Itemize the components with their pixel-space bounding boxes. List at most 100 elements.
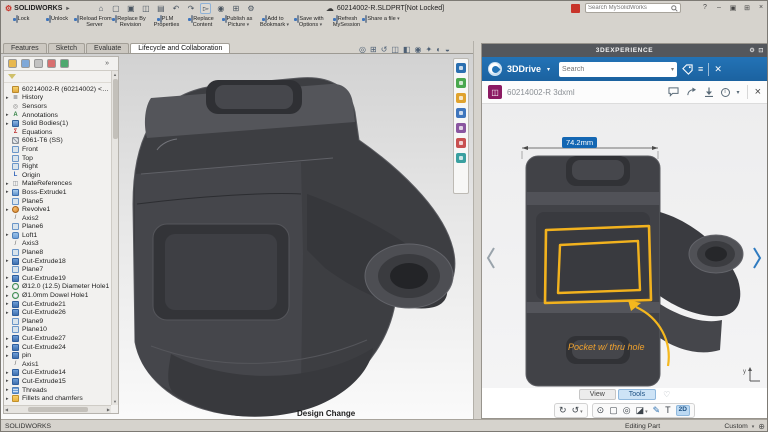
panel-splitter[interactable] bbox=[473, 41, 481, 419]
panel-tab[interactable]: Tools bbox=[617, 389, 657, 400]
markup-tool-button[interactable]: 2D bbox=[675, 405, 690, 416]
feature-tree-item[interactable]: Ø12.0 (12.5) Diameter Hole1 bbox=[4, 283, 111, 292]
feature-tree-item[interactable]: 6061-T6 (SS) bbox=[4, 137, 111, 146]
feature-tree-item[interactable]: Cut-Extrude21 bbox=[4, 300, 111, 309]
panel-pin-icon[interactable]: ⊡ bbox=[758, 47, 764, 54]
app-selector[interactable]: 3DDrive bbox=[507, 64, 541, 74]
feature-tree-item[interactable]: Equations bbox=[4, 128, 111, 137]
feature-tree-item[interactable]: Cut-Extrude26 bbox=[4, 308, 111, 317]
task-pane-tab-icon[interactable] bbox=[456, 153, 466, 163]
quick-access-button[interactable]: ⌂ bbox=[95, 3, 106, 14]
feature-tree-item[interactable]: Axis1 bbox=[4, 360, 111, 369]
feature-tree-item[interactable]: Loft1 bbox=[4, 231, 111, 240]
feature-tree-item[interactable]: Cut-Extrude15 bbox=[4, 377, 111, 386]
feature-tree-item[interactable]: Cut-Extrude18 bbox=[4, 257, 111, 266]
feature-tree-item[interactable]: Axis3 bbox=[4, 240, 111, 249]
mysolidworks-icon[interactable] bbox=[571, 3, 580, 13]
feature-manager-tab[interactable] bbox=[60, 59, 69, 68]
feature-tree-item[interactable]: Sensors bbox=[4, 102, 111, 111]
feature-manager-tab[interactable] bbox=[34, 59, 43, 68]
task-pane-tab-icon[interactable] bbox=[456, 123, 466, 133]
quick-access-button[interactable]: ▣ bbox=[125, 3, 136, 14]
markup-tool-button[interactable]: ⊙ bbox=[597, 406, 605, 415]
feature-tree-item[interactable]: History bbox=[4, 94, 111, 103]
markup-tool-button[interactable]: T bbox=[665, 406, 671, 415]
quick-access-button[interactable]: ▻ bbox=[200, 2, 212, 14]
command-button[interactable]: Add to Bookmark bbox=[257, 15, 292, 28]
headsup-icon[interactable]: ◫ bbox=[391, 45, 399, 54]
task-pane-tab-icon[interactable] bbox=[456, 78, 466, 88]
units-chevron-icon[interactable]: ▾ bbox=[752, 424, 755, 430]
view-tool-button[interactable]: ↺ bbox=[572, 406, 583, 415]
scroll-left-icon[interactable]: ◀ bbox=[5, 407, 8, 412]
feature-tree-item[interactable]: Cut-Extrude27 bbox=[4, 334, 111, 343]
dimension-badge[interactable]: 74.2mm bbox=[562, 137, 598, 148]
headsup-icon[interactable]: ↺ bbox=[381, 45, 388, 54]
quick-access-button[interactable]: ↶ bbox=[170, 3, 181, 14]
quick-access-button[interactable]: ▢ bbox=[110, 3, 121, 14]
feature-tree-item[interactable]: Annotations bbox=[4, 111, 111, 120]
view-tool-button[interactable]: ↻ bbox=[559, 406, 567, 415]
command-button[interactable]: Share a file bbox=[365, 15, 400, 23]
feature-tree-item[interactable]: Plane8 bbox=[4, 248, 111, 257]
command-button[interactable]: PLM Properties bbox=[149, 15, 184, 28]
preview-canvas[interactable]: 74.2mm Pocket w/ thru hole y bbox=[482, 104, 767, 388]
feature-tree-item[interactable]: Top bbox=[4, 154, 111, 163]
next-item-chevron[interactable] bbox=[752, 246, 762, 270]
feature-tree-item[interactable]: Right bbox=[4, 162, 111, 171]
window-control-button[interactable]: ? bbox=[700, 4, 710, 12]
command-button[interactable]: Replace Content bbox=[185, 15, 220, 28]
feature-tree-item[interactable]: Solid Bodies(1) bbox=[4, 119, 111, 128]
scroll-down-icon[interactable]: ▼ bbox=[112, 399, 118, 404]
feature-tree-item[interactable]: Cut-Extrude19 bbox=[4, 274, 111, 283]
feature-manager-tab[interactable] bbox=[8, 59, 17, 68]
tree-horizontal-scrollbar[interactable]: ◀ ▶ bbox=[4, 405, 111, 413]
quick-access-button[interactable]: ▤ bbox=[155, 3, 166, 14]
headsup-icon[interactable]: ◎ bbox=[359, 45, 366, 54]
window-control-button[interactable]: – bbox=[714, 4, 724, 12]
feature-tree-item[interactable]: Ø1.0mm Dowel Hole1 bbox=[4, 291, 111, 300]
previous-item-chevron[interactable] bbox=[486, 246, 496, 270]
panel-close-icon[interactable]: ✕ bbox=[714, 64, 722, 75]
feature-tree-item[interactable]: Plane5 bbox=[4, 197, 111, 206]
feature-tree-item[interactable]: Cut-Extrude14 bbox=[4, 369, 111, 378]
favorite-heart-icon[interactable]: ♡ bbox=[663, 390, 670, 399]
tree-vertical-scrollbar[interactable]: ▲ ▼ bbox=[111, 71, 118, 405]
info-icon[interactable]: i bbox=[720, 87, 730, 97]
scroll-right-icon[interactable]: ▶ bbox=[107, 407, 110, 412]
more-tabs-icon[interactable]: » bbox=[105, 60, 109, 67]
task-pane-tab-icon[interactable] bbox=[456, 63, 466, 73]
comment-icon[interactable] bbox=[668, 87, 679, 97]
quick-access-button[interactable]: ◉ bbox=[215, 3, 226, 14]
markup-tool-button[interactable]: ▢ bbox=[609, 406, 618, 415]
feature-tree-item[interactable]: pin bbox=[4, 351, 111, 360]
feature-tree-item[interactable]: Plane10 bbox=[4, 326, 111, 335]
download-icon[interactable] bbox=[704, 87, 714, 97]
headsup-icon[interactable]: ◉ bbox=[415, 45, 422, 54]
feature-tree-item[interactable]: Axis2 bbox=[4, 214, 111, 223]
search-scope-chevron-icon[interactable]: ▾ bbox=[671, 66, 674, 73]
markup-tool-button[interactable]: ◎ bbox=[623, 406, 631, 415]
headsup-icon[interactable]: ◧ bbox=[403, 45, 411, 54]
doc-close-icon[interactable]: × bbox=[755, 86, 761, 98]
command-button[interactable]: Unlock bbox=[41, 15, 76, 23]
doc-chevron-down-icon[interactable]: ▾ bbox=[737, 89, 740, 96]
task-pane-tab-icon[interactable] bbox=[456, 93, 466, 103]
scroll-up-icon[interactable]: ▲ bbox=[112, 72, 118, 77]
feature-manager-tab[interactable] bbox=[47, 59, 56, 68]
feature-tree-item[interactable]: Plane9 bbox=[4, 317, 111, 326]
headsup-icon[interactable]: ◐ bbox=[436, 45, 441, 54]
task-pane-tab-icon[interactable] bbox=[456, 138, 466, 148]
command-tab[interactable]: Features bbox=[3, 43, 47, 53]
headsup-icon[interactable]: ✦ bbox=[426, 45, 433, 54]
feature-tree-root[interactable]: 60214002-R (60214002) <Display St bbox=[4, 85, 111, 94]
app-chevron-down-icon[interactable]: ▾ bbox=[547, 66, 550, 73]
feature-tree-item[interactable]: Threads bbox=[4, 386, 111, 395]
command-button[interactable]: Refresh MySession bbox=[329, 15, 364, 28]
feature-tree-item[interactable]: Fillets and chamfers bbox=[4, 394, 111, 403]
quick-access-button[interactable]: ⚙ bbox=[245, 3, 256, 14]
tree-filter-row[interactable] bbox=[4, 71, 118, 83]
panel-tab[interactable]: View bbox=[578, 389, 616, 400]
quick-access-button[interactable]: ⊞ bbox=[230, 3, 241, 14]
brand-menu-arrow-icon[interactable]: ▸ bbox=[66, 5, 69, 12]
